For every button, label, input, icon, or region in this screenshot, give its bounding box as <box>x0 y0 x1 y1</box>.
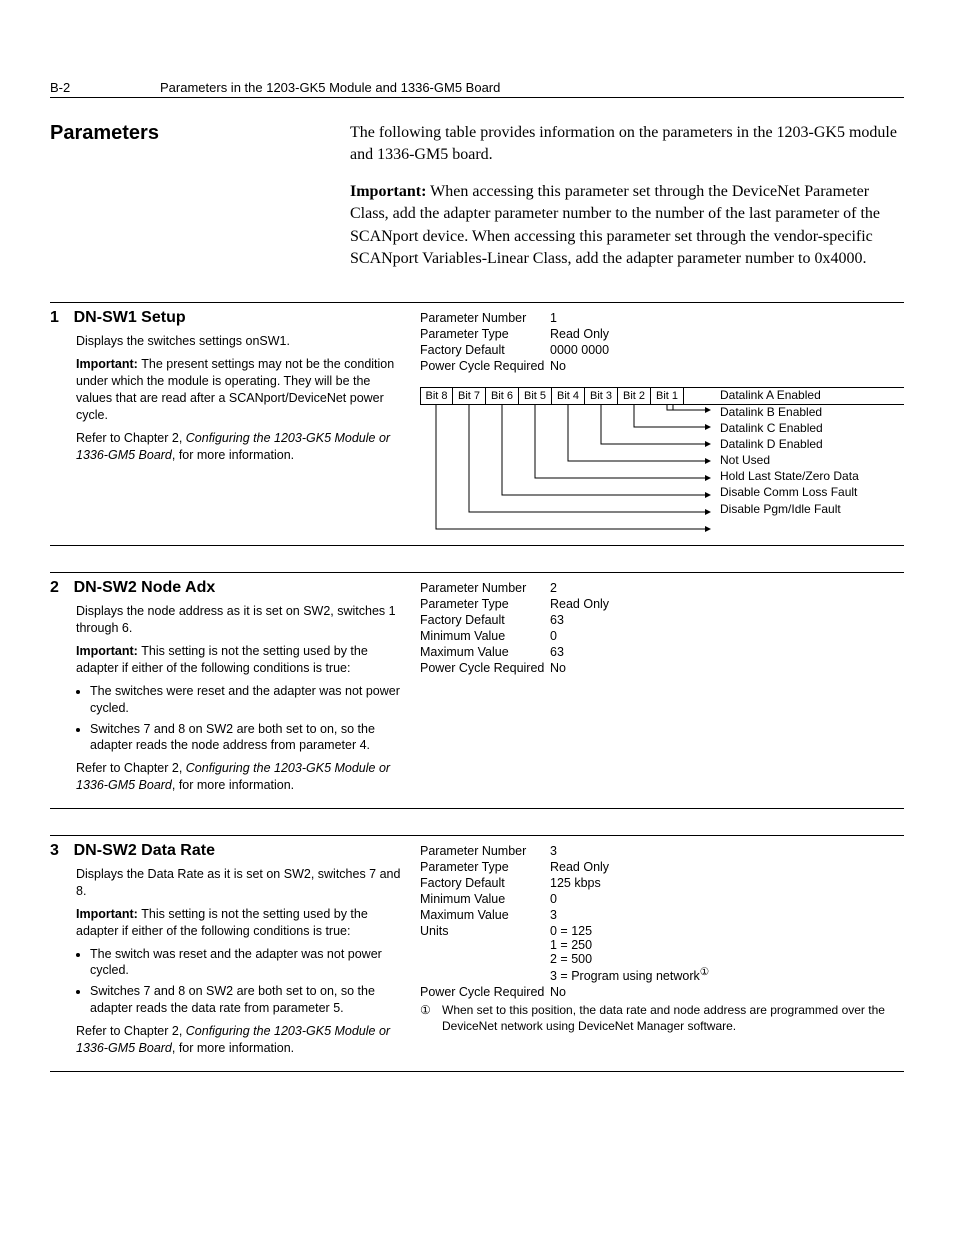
bit-arrows <box>420 405 710 543</box>
param-important: Important: This setting is not the setti… <box>76 643 404 677</box>
param-desc: Displays the Data Rate as it is set on S… <box>76 866 404 900</box>
param-title: DN-SW1 Setup <box>74 309 186 326</box>
param-important: Important: The present settings may not … <box>76 356 404 424</box>
param-refer: Refer to Chapter 2, Configuring the 1203… <box>76 760 404 794</box>
intro-section: Parameters The following table provides … <box>50 122 904 284</box>
param-refer: Refer to Chapter 2, Configuring the 1203… <box>76 1023 404 1057</box>
param-block-2: 2 DN-SW2 Node Adx Displays the node addr… <box>50 572 904 809</box>
param-number: 3 <box>50 842 70 860</box>
intro-important-label: Important: <box>350 183 426 200</box>
param-desc: Displays the node address as it is set o… <box>76 603 404 637</box>
param-number: 1 <box>50 309 70 327</box>
param-title: DN-SW2 Data Rate <box>74 842 215 859</box>
intro-paragraph-1: The following table provides information… <box>350 122 904 167</box>
param-desc: Displays the switches settings onSW1. <box>76 333 404 350</box>
intro-important-text: When accessing this parameter set throug… <box>350 183 880 267</box>
page-header: B-2 Parameters in the 1203-GK5 Module an… <box>50 80 904 98</box>
page-header-title: Parameters in the 1203-GK5 Module and 13… <box>160 80 500 95</box>
intro-paragraph-2: Important: When accessing this parameter… <box>350 181 904 271</box>
param-refer: Refer to Chapter 2, Configuring the 1203… <box>76 430 404 464</box>
bit-diagram: Bit 8 Bit 7 Bit 6 Bit 5 Bit 4 Bit 3 Bit … <box>420 387 904 537</box>
param-title: DN-SW2 Node Adx <box>74 579 216 596</box>
section-title: Parameters <box>50 122 350 145</box>
bit-labels: Datalink A Enabled Datalink B Enabled Da… <box>720 387 859 517</box>
param-block-1: 1 DN-SW1 Setup Displays the switches set… <box>50 302 904 546</box>
param-block-3: 3 DN-SW2 Data Rate Displays the Data Rat… <box>50 835 904 1072</box>
param-important: Important: This setting is not the setti… <box>76 906 404 940</box>
page-number: B-2 <box>50 80 160 95</box>
param-number: 2 <box>50 579 70 597</box>
param-bullets: The switch was reset and the adapter was… <box>76 946 404 1018</box>
param-bullets: The switches were reset and the adapter … <box>76 683 404 755</box>
footnote: ① When set to this position, the data ra… <box>420 1003 904 1034</box>
units-values: 0 = 125 1 = 250 2 = 500 3 = Program usin… <box>550 924 904 983</box>
